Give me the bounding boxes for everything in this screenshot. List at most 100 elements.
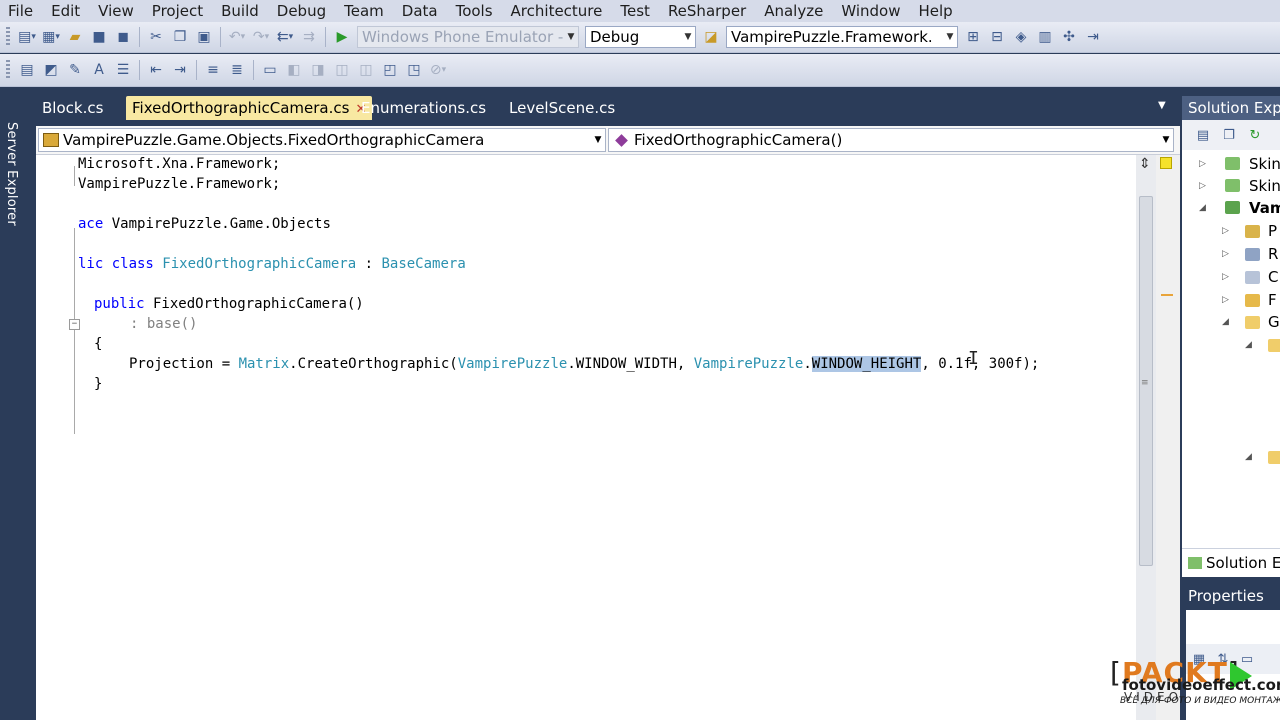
expand-arrow-icon[interactable]: ▷	[1222, 266, 1229, 288]
split-window-icon[interactable]: ⇕	[1139, 156, 1151, 172]
toolbar-grip[interactable]	[6, 60, 10, 80]
solution-explorer-icon[interactable]: ⊞	[962, 26, 984, 48]
tab-fixedorthographiccamera-cs[interactable]: FixedOrthographicCamera.cs ✕	[126, 96, 373, 120]
menu-tools[interactable]: Tools	[447, 0, 502, 22]
navigate-forward-icon[interactable]: ⇉	[298, 26, 320, 48]
tree-item-subfolder[interactable]: ◢	[1182, 334, 1280, 356]
find-in-files-icon[interactable]: ◪	[700, 26, 722, 48]
code-editor[interactable]	[36, 155, 1136, 720]
next-bookmark-doc-icon[interactable]: ◳	[403, 59, 425, 81]
add-item-icon[interactable]: ▦ ▾	[40, 26, 62, 48]
menu-project[interactable]: Project	[143, 0, 212, 22]
properties-icon[interactable]: ▤	[1194, 126, 1212, 144]
menu-help[interactable]: Help	[909, 0, 961, 22]
tab-overflow-chevron-icon[interactable]: ▼	[1158, 100, 1166, 111]
next-bookmark-icon[interactable]: ◨	[307, 59, 329, 81]
save-icon[interactable]: ■	[88, 26, 110, 48]
menu-view[interactable]: View	[89, 0, 143, 22]
tree-item-folder-open[interactable]: ◢ G	[1182, 311, 1280, 333]
code-text: VampirePuzzle.Game.Objects	[103, 216, 331, 232]
clear-bookmarks-icon[interactable]: ⊘ ▾	[427, 59, 449, 81]
menu-debug[interactable]: Debug	[268, 0, 335, 22]
tab-block-cs[interactable]: Block.cs	[36, 96, 109, 120]
tree-item-references[interactable]: ▷ R	[1182, 243, 1280, 265]
paste-icon[interactable]: ▣	[193, 26, 215, 48]
solution-explorer-bottom-tab[interactable]: Solution E	[1182, 548, 1280, 577]
start-debugging-icon[interactable]: ▶	[331, 26, 353, 48]
tree-item-startup-project[interactable]: ◢ Vam	[1182, 197, 1280, 219]
menu-test[interactable]: Test	[611, 0, 659, 22]
new-project-icon[interactable]: ▤ ▾	[16, 26, 38, 48]
solution-explorer-title[interactable]: Solution Explorer	[1182, 96, 1280, 120]
server-explorer-tab[interactable]: Server Explorer	[4, 122, 19, 226]
menu-edit[interactable]: Edit	[42, 0, 89, 22]
menu-architecture[interactable]: Architecture	[502, 0, 612, 22]
properties-title[interactable]: Properties	[1182, 584, 1280, 608]
decrease-indent-icon[interactable]: ⇤	[145, 59, 167, 81]
navigate-back-icon[interactable]: ⇇ ▾	[274, 26, 296, 48]
toolbar-separator	[220, 27, 221, 47]
tree-item-project[interactable]: ▷ Skinn	[1182, 153, 1280, 175]
undo-icon[interactable]: ↶ ▾	[226, 26, 248, 48]
menu-window[interactable]: Window	[832, 0, 909, 22]
menu-file[interactable]: File	[0, 0, 42, 22]
configuration-combo[interactable]: Debug ▼	[585, 26, 696, 48]
increase-indent-icon[interactable]: ⇥	[169, 59, 191, 81]
next-bookmark-folder-icon[interactable]: ◫	[355, 59, 377, 81]
tree-item-folder[interactable]: ▷ F	[1182, 289, 1280, 311]
refresh-icon[interactable]: ↻	[1246, 126, 1264, 144]
prev-bookmark-icon[interactable]: ◧	[283, 59, 305, 81]
member-dropdown[interactable]: FixedOrthographicCamera() ▼	[608, 128, 1174, 152]
expand-arrow-icon[interactable]: ▷	[1222, 289, 1229, 311]
comment-lines-icon[interactable]: ≡	[202, 59, 224, 81]
show-all-files-icon[interactable]: ❐	[1220, 126, 1238, 144]
menu-analyze[interactable]: Analyze	[755, 0, 832, 22]
collapse-arrow-icon[interactable]: ◢	[1245, 334, 1252, 356]
bookmark-icon[interactable]: ▭	[259, 59, 281, 81]
extension-manager-icon[interactable]: ✣	[1058, 26, 1080, 48]
startup-project-combo[interactable]: VampirePuzzle.Framework. ▼	[726, 26, 958, 48]
collapse-arrow-icon[interactable]: ◢	[1222, 311, 1229, 333]
menu-team[interactable]: Team	[335, 0, 393, 22]
toolbox-icon[interactable]: ▥	[1034, 26, 1056, 48]
tab-enumerations-cs[interactable]: Enumerations.cs	[355, 96, 492, 120]
tab-levelscene-cs[interactable]: LevelScene.cs	[503, 96, 621, 120]
parameter-info-icon[interactable]: ◩	[40, 59, 62, 81]
redo-icon[interactable]: ↷ ▾	[250, 26, 272, 48]
cut-icon[interactable]: ✂	[145, 26, 167, 48]
prev-bookmark-doc-icon[interactable]: ◰	[379, 59, 401, 81]
uncomment-lines-icon[interactable]: ≣	[226, 59, 248, 81]
expand-arrow-icon[interactable]: ▷	[1199, 175, 1206, 197]
tab-label: Enumerations.cs	[361, 99, 487, 117]
quick-info-icon[interactable]: ✎	[64, 59, 86, 81]
start-page-icon[interactable]: ⇥	[1082, 26, 1104, 48]
properties-window-icon[interactable]: ⊟	[986, 26, 1008, 48]
menu-resharper[interactable]: ReSharper	[659, 0, 755, 22]
display-word-icon[interactable]: ☰	[112, 59, 134, 81]
menu-data[interactable]: Data	[393, 0, 447, 22]
expand-arrow-icon[interactable]: ▷	[1222, 220, 1229, 242]
collapse-region-icon[interactable]: −	[69, 319, 80, 330]
tab-label: LevelScene.cs	[509, 99, 616, 117]
expand-arrow-icon[interactable]: ▷	[1222, 243, 1229, 265]
device-target-combo[interactable]: Windows Phone Emulator - 51▼	[357, 26, 579, 48]
object-members-icon[interactable]: ▤	[16, 59, 38, 81]
prev-bookmark-folder-icon[interactable]: ◫	[331, 59, 353, 81]
expand-arrow-icon[interactable]: ▷	[1199, 153, 1206, 175]
collapse-arrow-icon[interactable]: ◢	[1199, 197, 1206, 219]
collapse-arrow-icon[interactable]: ◢	[1245, 446, 1252, 468]
complete-word-icon[interactable]: A	[88, 59, 110, 81]
open-file-icon[interactable]: ▰	[64, 26, 86, 48]
copy-icon[interactable]: ❐	[169, 26, 191, 48]
tree-item-properties[interactable]: ▷ P	[1182, 220, 1280, 242]
type-dropdown[interactable]: VampirePuzzle.Game.Objects.FixedOrthogra…	[38, 128, 606, 152]
tab-label: Block.cs	[42, 99, 104, 117]
tree-item-subfolder[interactable]: ◢	[1182, 446, 1280, 468]
object-browser-icon[interactable]: ◈	[1010, 26, 1032, 48]
menu-build[interactable]: Build	[212, 0, 268, 22]
save-all-icon[interactable]: ◼	[112, 26, 134, 48]
project-icon	[1225, 179, 1240, 192]
tree-item-content[interactable]: ▷ C	[1182, 266, 1280, 288]
tree-item-project[interactable]: ▷ Skinn	[1182, 175, 1280, 197]
toolbar-grip[interactable]	[6, 27, 10, 47]
